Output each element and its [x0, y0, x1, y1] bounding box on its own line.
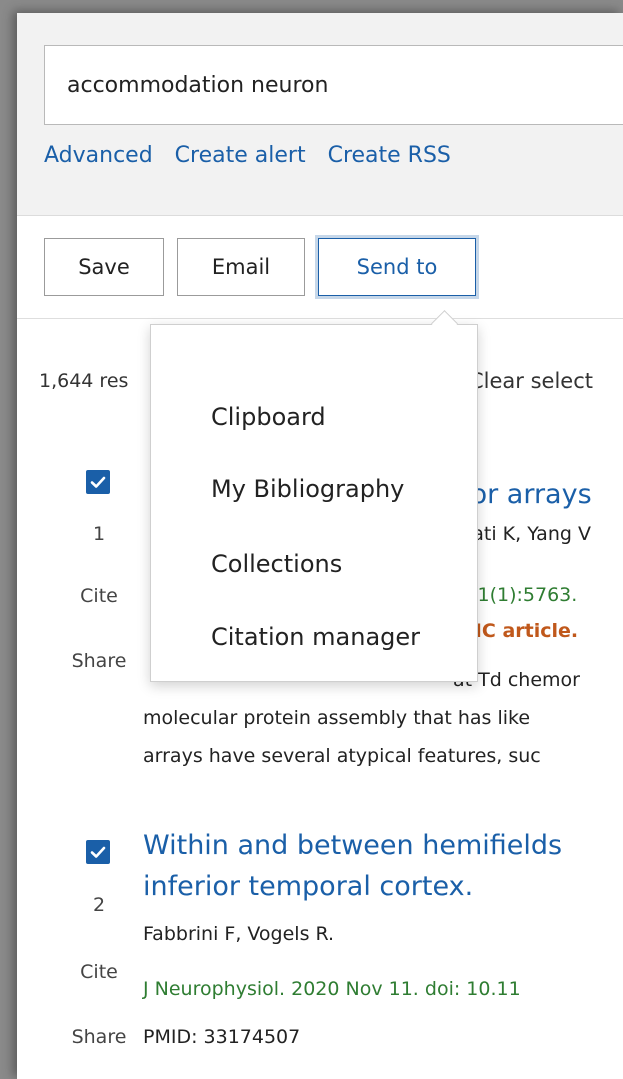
clear-selection-link[interactable]: Clear select: [469, 369, 593, 393]
result-1-title[interactable]: tor arrays: [460, 477, 592, 513]
check-icon: [90, 476, 106, 488]
search-links: Advanced Create alert Create RSS: [44, 143, 451, 173]
result-2-cite-button[interactable]: Cite: [69, 961, 129, 983]
result-2-title-line-2[interactable]: inferior temporal cortex.: [143, 869, 473, 905]
result-2-share-button[interactable]: Share: [69, 1026, 129, 1048]
result-1-free-article[interactable]: MC article.: [463, 620, 578, 642]
menu-item-collections[interactable]: Collections: [211, 550, 342, 578]
create-rss-link[interactable]: Create RSS: [328, 143, 451, 173]
result-2-citation: J Neurophysiol. 2020 Nov 11. doi: 10.11: [143, 978, 521, 1000]
browser-frame: Advanced Create alert Create RSS Save Em…: [17, 13, 623, 1079]
send-to-button[interactable]: Send to: [318, 238, 476, 296]
results-toolbar: Save Email Send to: [17, 216, 623, 319]
create-alert-link[interactable]: Create alert: [175, 143, 306, 173]
advanced-link[interactable]: Advanced: [44, 143, 153, 173]
results-count: 1,644 res: [39, 370, 129, 392]
result-2-authors: Fabbrini F, Vogels R.: [143, 923, 335, 945]
menu-item-clipboard[interactable]: Clipboard: [211, 403, 326, 431]
result-1-share-button[interactable]: Share: [69, 650, 129, 672]
check-icon: [90, 846, 106, 858]
result-2-number: 2: [92, 894, 106, 916]
result-1-checkbox[interactable]: [86, 470, 110, 494]
result-1-snippet-line-3: arrays have several atypical features, s…: [143, 745, 541, 767]
result-2-pmid: PMID: 33174507: [143, 1026, 301, 1048]
search-input[interactable]: [44, 45, 623, 125]
result-1-authors: yati K, Yang V: [461, 523, 591, 545]
save-button[interactable]: Save: [44, 238, 164, 296]
result-1-snippet-line-2: molecular protein assembly that has like: [143, 707, 531, 729]
search-panel: Advanced Create alert Create RSS: [17, 13, 623, 216]
result-1-number: 1: [92, 523, 106, 545]
result-2-title-line-1[interactable]: Within and between hemifields: [143, 828, 562, 864]
result-2-checkbox[interactable]: [86, 840, 110, 864]
menu-item-citation-manager[interactable]: Citation manager: [211, 623, 420, 651]
send-to-dropdown: Clipboard My Bibliography Collections Ci…: [150, 324, 478, 682]
menu-item-my-bibliography[interactable]: My Bibliography: [211, 475, 404, 503]
email-button[interactable]: Email: [177, 238, 305, 296]
result-1-cite-button[interactable]: Cite: [69, 585, 129, 607]
